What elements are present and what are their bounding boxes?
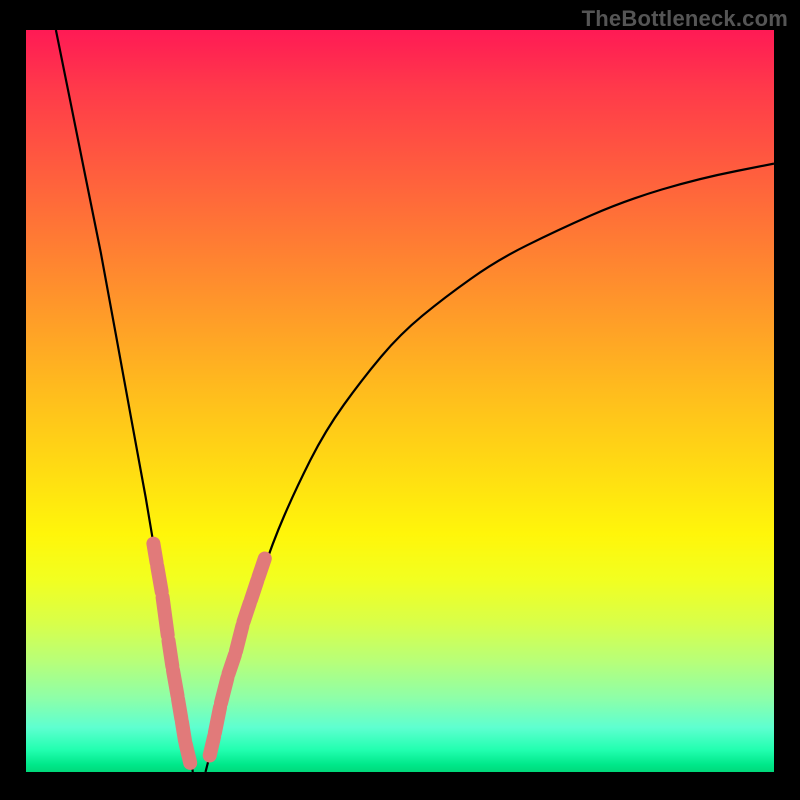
bead-markers (153, 544, 264, 763)
chart-stage: TheBottleneck.com (0, 0, 800, 800)
beads-left (153, 544, 190, 763)
right-curve (206, 164, 775, 772)
plot-area (26, 30, 774, 772)
curves-svg (26, 30, 774, 772)
watermark-text: TheBottleneck.com (582, 6, 788, 32)
beads-right (210, 559, 265, 756)
